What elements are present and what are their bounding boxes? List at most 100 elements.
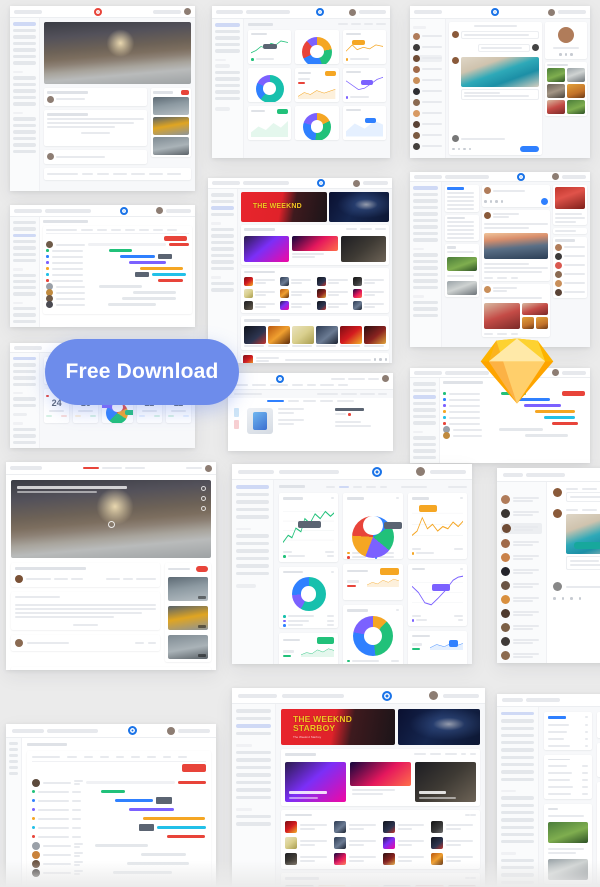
sidebar-item-dashboard[interactable] xyxy=(215,23,240,27)
card-time-on-site[interactable] xyxy=(248,29,292,64)
sidebar[interactable] xyxy=(232,704,276,887)
screen-ecommerce-product[interactable] xyxy=(228,373,393,451)
gantt-row[interactable] xyxy=(32,787,206,796)
contact-row[interactable] xyxy=(413,98,442,106)
avatar[interactable] xyxy=(551,173,559,180)
tab[interactable] xyxy=(429,753,442,756)
tab[interactable] xyxy=(363,23,374,26)
card-menu-icon[interactable] xyxy=(395,497,399,499)
card-bounce-rate[interactable] xyxy=(343,563,403,601)
avatar[interactable] xyxy=(428,691,438,700)
nav-menu[interactable] xyxy=(414,370,442,375)
contact-row-active[interactable] xyxy=(413,54,442,62)
sidebar[interactable] xyxy=(410,378,440,463)
contact-row[interactable] xyxy=(413,131,442,139)
contact-row[interactable] xyxy=(501,637,542,646)
card-time-on-site-2[interactable] xyxy=(407,630,467,664)
contact-row[interactable] xyxy=(413,87,442,95)
nav-menu[interactable] xyxy=(503,472,524,477)
card-traffic-sources[interactable] xyxy=(343,605,403,664)
card-menu-icon[interactable] xyxy=(331,570,335,573)
card-menu-icon[interactable] xyxy=(395,609,399,612)
card-time-on-site[interactable] xyxy=(279,493,339,562)
nav-menu[interactable] xyxy=(414,174,442,179)
gallery-thumb[interactable] xyxy=(567,100,585,114)
nav-menu[interactable] xyxy=(14,208,43,213)
subscribe-button[interactable] xyxy=(136,577,156,580)
post-image[interactable] xyxy=(484,303,521,329)
sidebar-item-new-videos[interactable] xyxy=(236,724,271,728)
card-menu-icon[interactable] xyxy=(459,567,463,570)
tab[interactable] xyxy=(379,485,388,488)
trending-card[interactable] xyxy=(415,761,476,802)
nav-menu[interactable] xyxy=(14,345,43,350)
comment-box[interactable] xyxy=(11,634,160,651)
person-row[interactable] xyxy=(555,270,585,278)
info-icon[interactable] xyxy=(201,486,206,491)
track-row[interactable] xyxy=(280,289,313,298)
nav-menu[interactable] xyxy=(216,10,244,14)
next-arrow-icon[interactable] xyxy=(470,813,476,816)
color-swatch[interactable] xyxy=(234,420,239,429)
card-time-on-site-2[interactable] xyxy=(342,105,386,140)
tab[interactable] xyxy=(374,228,386,231)
sidebar-item-news-feed[interactable] xyxy=(413,186,438,190)
conversation[interactable] xyxy=(449,22,542,155)
sidebar-item-dashboards[interactable] xyxy=(236,492,269,496)
avatar[interactable] xyxy=(167,726,176,735)
date-range[interactable] xyxy=(401,485,428,488)
card-age-views[interactable] xyxy=(343,493,403,559)
play-icon[interactable] xyxy=(107,520,115,528)
thumb[interactable] xyxy=(153,117,189,135)
hero-video[interactable] xyxy=(11,480,211,558)
tab[interactable] xyxy=(360,228,372,231)
gantt-row[interactable] xyxy=(32,814,206,823)
contact-row-active[interactable] xyxy=(501,523,542,534)
tab[interactable] xyxy=(414,753,426,756)
like-button[interactable] xyxy=(484,277,493,279)
sidebar[interactable] xyxy=(10,353,40,448)
tab-active[interactable] xyxy=(339,485,349,488)
contact-row[interactable] xyxy=(501,609,542,618)
share-button[interactable] xyxy=(71,577,83,580)
task-row[interactable] xyxy=(443,432,587,439)
tab[interactable] xyxy=(338,23,349,26)
gantt-row[interactable] xyxy=(32,778,206,787)
screen-music-bottom[interactable]: THE WEEKND STARBOY The Weeknd Starboy xyxy=(232,688,485,887)
card-traffic-sources[interactable] xyxy=(295,105,339,140)
sidebar-item-watchlist[interactable] xyxy=(501,719,534,723)
person-row[interactable] xyxy=(555,279,585,287)
card-age-views[interactable] xyxy=(295,29,339,64)
hero-video[interactable] xyxy=(44,22,191,84)
card-new-reach[interactable] xyxy=(279,632,339,664)
gantt-row[interactable] xyxy=(32,850,206,859)
track-row[interactable] xyxy=(382,821,428,833)
gallery-thumb[interactable] xyxy=(547,68,565,82)
person-row[interactable] xyxy=(555,288,585,296)
composer[interactable] xyxy=(482,185,550,207)
contact-row[interactable] xyxy=(501,651,542,660)
search-input[interactable] xyxy=(46,728,99,733)
nav-link[interactable] xyxy=(125,467,146,469)
sidebar-item-messages[interactable] xyxy=(501,726,534,730)
album-card[interactable] xyxy=(364,325,386,347)
sidebar-item-videos[interactable] xyxy=(501,770,534,774)
nav-menu[interactable] xyxy=(502,698,523,702)
tab[interactable] xyxy=(366,485,376,488)
sidebar-item-new-videos[interactable] xyxy=(211,206,234,210)
contact-list[interactable] xyxy=(497,482,547,663)
trending-card[interactable] xyxy=(350,761,411,802)
avatar[interactable] xyxy=(348,8,356,16)
search-input[interactable] xyxy=(279,469,339,474)
track-row[interactable] xyxy=(352,289,386,298)
gantt-row[interactable] xyxy=(32,832,206,841)
sidebar-item-music[interactable] xyxy=(501,763,534,767)
gantt-row[interactable] xyxy=(32,841,206,850)
card-new-visitors[interactable] xyxy=(342,29,386,64)
card-type-analysis[interactable] xyxy=(279,566,339,628)
thumb[interactable] xyxy=(153,137,189,155)
banner-weeknd[interactable]: THE WEEKND xyxy=(241,192,328,222)
track-row[interactable] xyxy=(244,289,277,298)
nav-link[interactable] xyxy=(330,377,345,380)
sidebar-item-settings[interactable] xyxy=(236,515,269,519)
